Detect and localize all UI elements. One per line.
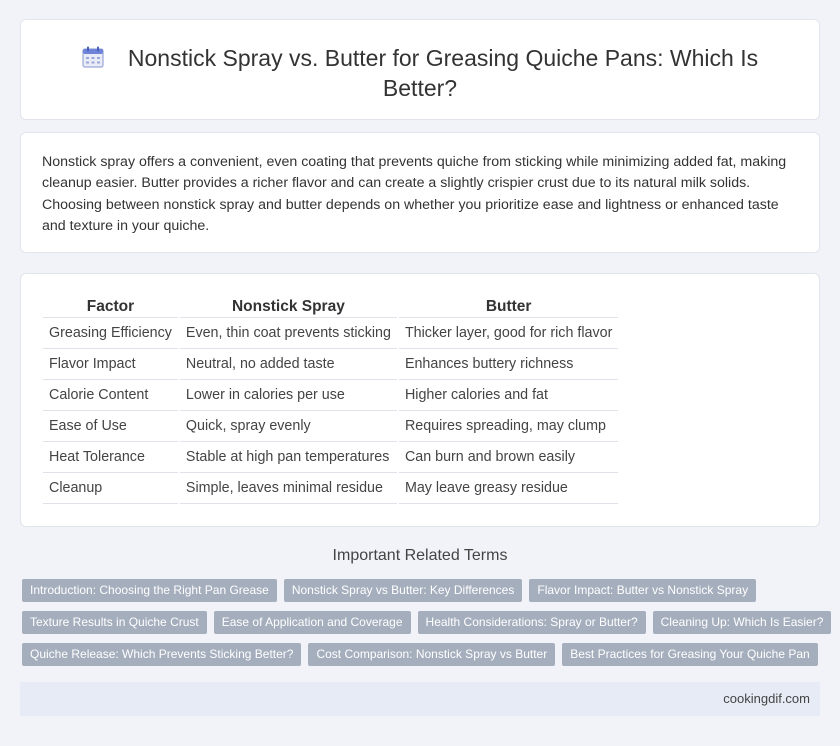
- table-cell: Ease of Use: [43, 411, 178, 442]
- calendar-icon: [82, 46, 104, 68]
- footer-site-name: cookingdif.com: [723, 691, 810, 706]
- tag-row: Texture Results in Quiche Crust Ease of …: [22, 611, 832, 634]
- comparison-card: Factor Nonstick Spray Butter Greasing Ef…: [20, 273, 820, 527]
- table-row: Heat Tolerance Stable at high pan temper…: [43, 442, 619, 473]
- column-header: Nonstick Spray: [179, 296, 397, 318]
- related-terms-title: Important Related Terms: [332, 547, 508, 564]
- related-term-link[interactable]: Best Practices for Greasing Your Quiche …: [562, 643, 818, 666]
- intro-paragraph: Nonstick spray offers a convenient, even…: [42, 154, 787, 234]
- table-cell: May leave greasy residue: [398, 473, 619, 504]
- related-term-link[interactable]: Nonstick Spray vs Butter: Key Difference…: [283, 579, 523, 602]
- table-cell: Requires spreading, may clump: [398, 411, 619, 442]
- table-cell: Quick, spray evenly: [179, 411, 397, 442]
- related-term-link[interactable]: Health Considerations: Spray or Butter?: [417, 611, 646, 634]
- table-row: Ease of Use Quick, spray evenly Requires…: [43, 411, 619, 442]
- related-term-link[interactable]: Quiche Release: Which Prevents Sticking …: [22, 643, 302, 666]
- table-row: Greasing Efficiency Even, thin coat prev…: [43, 318, 619, 349]
- related-term-link[interactable]: Introduction: Choosing the Right Pan Gre…: [22, 579, 277, 602]
- table-cell: Calorie Content: [43, 380, 178, 411]
- table-row: Calorie Content Lower in calories per us…: [43, 380, 619, 411]
- table-cell: Can burn and brown easily: [398, 442, 619, 473]
- table-cell: Flavor Impact: [43, 349, 178, 380]
- tag-row: Introduction: Choosing the Right Pan Gre…: [22, 579, 822, 602]
- table-header-row: Factor Nonstick Spray Butter: [43, 296, 619, 318]
- comparison-table: Factor Nonstick Spray Butter Greasing Ef…: [41, 296, 620, 504]
- table-cell: Simple, leaves minimal residue: [179, 473, 397, 504]
- column-header: Butter: [398, 296, 619, 318]
- table-cell: Enhances buttery richness: [398, 349, 619, 380]
- page-title-text: Nonstick Spray vs. Butter for Greasing Q…: [127, 45, 759, 101]
- related-term-link[interactable]: Flavor Impact: Butter vs Nonstick Spray: [529, 579, 757, 602]
- related-term-link[interactable]: Ease of Application and Coverage: [213, 611, 411, 634]
- tag-row: Quiche Release: Which Prevents Sticking …: [22, 643, 822, 666]
- table-cell: Greasing Efficiency: [43, 318, 178, 349]
- footer: cookingdif.com: [20, 682, 820, 716]
- page-title: Nonstick Spray vs. Butter for Greasing Q…: [21, 43, 819, 103]
- header-card: Nonstick Spray vs. Butter for Greasing Q…: [20, 19, 820, 120]
- related-terms-list: Introduction: Choosing the Right Pan Gre…: [22, 579, 832, 675]
- table-cell: Neutral, no added taste: [179, 349, 397, 380]
- related-term-link[interactable]: Cleaning Up: Which Is Easier?: [652, 611, 832, 634]
- table-cell: Stable at high pan temperatures: [179, 442, 397, 473]
- table-cell: Thicker layer, good for rich flavor: [398, 318, 619, 349]
- column-header: Factor: [43, 296, 178, 318]
- table-cell: Heat Tolerance: [43, 442, 178, 473]
- table-row: Cleanup Simple, leaves minimal residue M…: [43, 473, 619, 504]
- related-term-link[interactable]: Cost Comparison: Nonstick Spray vs Butte…: [308, 643, 556, 666]
- table-row: Flavor Impact Neutral, no added taste En…: [43, 349, 619, 380]
- table-cell: Higher calories and fat: [398, 380, 619, 411]
- related-term-link[interactable]: Texture Results in Quiche Crust: [22, 611, 207, 634]
- table-cell: Cleanup: [43, 473, 178, 504]
- table-cell: Even, thin coat prevents sticking: [179, 318, 397, 349]
- intro-card: Nonstick spray offers a convenient, even…: [20, 132, 820, 253]
- table-cell: Lower in calories per use: [179, 380, 397, 411]
